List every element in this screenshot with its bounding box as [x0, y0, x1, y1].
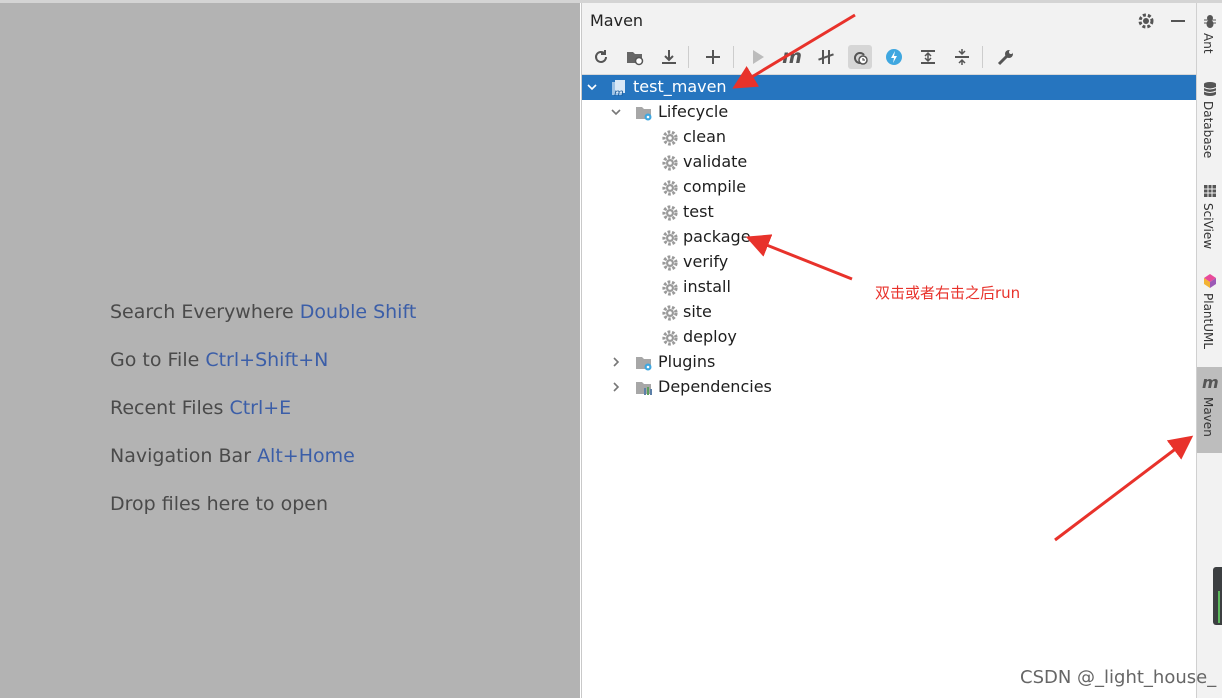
tree-item-lifecycle[interactable]: Lifecycle [582, 100, 1197, 125]
stripe-button-sciview[interactable]: SciView [1197, 179, 1222, 257]
goal-label: site [683, 302, 712, 321]
show-dependencies-icon[interactable] [882, 45, 906, 69]
annotation-note: 双击或者右击之后run [875, 284, 1021, 302]
chevron-right-icon[interactable] [608, 379, 624, 395]
toolbar-separator [688, 46, 689, 68]
hint-shortcut: Ctrl+E [229, 397, 292, 419]
minimize-icon[interactable] [1168, 11, 1188, 31]
folder-library-icon [635, 379, 653, 397]
watermark: CSDN @_light_house_ [1020, 667, 1217, 688]
stripe-button-maven[interactable]: m Maven [1197, 367, 1222, 453]
maven-toolbar: m [582, 38, 1197, 75]
hint-drop-files: Drop files here to open [110, 493, 328, 515]
right-tool-stripe: Ant Database SciView PlantUML m Maven [1196, 3, 1222, 698]
hint-label: Search Everywhere [110, 301, 294, 323]
gear-icon [661, 204, 679, 222]
folder-gear-icon [635, 104, 653, 122]
gear-icon [661, 229, 679, 247]
gear-icon[interactable] [1136, 11, 1156, 31]
toolbar-separator [982, 46, 983, 68]
goal-label: package [683, 227, 751, 246]
editor-empty-area: Search Everywhere Double Shift Go to Fil… [0, 3, 580, 698]
hint-shortcut: Alt+Home [257, 445, 355, 467]
table-grid-icon [1202, 183, 1218, 199]
stripe-button-database[interactable]: Database [1197, 77, 1222, 167]
gear-icon [661, 254, 679, 272]
stripe-button-plantuml[interactable]: PlantUML [1197, 269, 1222, 361]
stripe-label: SciView [1201, 203, 1215, 250]
goal-verify[interactable]: verify [582, 250, 1197, 275]
memory-indicator[interactable] [1213, 567, 1222, 625]
tree-item-label: Lifecycle [658, 102, 729, 121]
gear-icon [661, 304, 679, 322]
hint-recent-files: Recent Files Ctrl+E [110, 397, 291, 419]
gear-icon [661, 279, 679, 297]
tree-item-label: test_maven [633, 77, 727, 96]
maven-icon: m [1202, 373, 1219, 392]
tree-item-label: Plugins [658, 352, 716, 371]
folder-gear-icon [635, 354, 653, 372]
hint-shortcut: Ctrl+Shift+N [205, 349, 329, 371]
skip-tests-icon[interactable] [848, 45, 872, 69]
maven-tool-window: Maven m m test_maven Lifecycle clean val… [581, 3, 1197, 698]
run-icon[interactable] [746, 45, 770, 69]
gear-icon [661, 129, 679, 147]
goal-label: clean [683, 127, 727, 146]
tree-item-dependencies[interactable]: Dependencies [582, 375, 1197, 400]
expand-all-icon[interactable] [916, 45, 940, 69]
download-icon[interactable] [657, 45, 681, 69]
goal-test[interactable]: test [582, 200, 1197, 225]
stripe-label: Database [1201, 101, 1215, 159]
svg-text:m: m [614, 88, 624, 97]
hint-search-everywhere: Search Everywhere Double Shift [110, 301, 416, 323]
hint-label: Navigation Bar [110, 445, 252, 467]
plantuml-icon [1202, 273, 1218, 289]
tree-item-test-maven[interactable]: m test_maven [582, 75, 1197, 100]
hint-shortcut: Double Shift [299, 301, 417, 323]
goal-validate[interactable]: validate [582, 150, 1197, 175]
goal-site[interactable]: site [582, 300, 1197, 325]
generate-sources-icon[interactable] [623, 45, 647, 69]
hint-label: Drop files here to open [110, 493, 329, 515]
gear-icon [661, 154, 679, 172]
goal-label: validate [683, 152, 748, 171]
gear-icon [661, 179, 679, 197]
maven-module-icon: m [610, 79, 628, 99]
goal-label: verify [683, 252, 729, 271]
goal-label: test [683, 202, 714, 221]
goal-compile[interactable]: compile [582, 175, 1197, 200]
hint-go-to-file: Go to File Ctrl+Shift+N [110, 349, 328, 371]
ant-icon [1202, 13, 1218, 29]
tree-item-label: Dependencies [658, 377, 772, 396]
hint-label: Go to File [110, 349, 200, 371]
stripe-label: Maven [1201, 397, 1215, 437]
hint-navigation-bar: Navigation Bar Alt+Home [110, 445, 355, 467]
collapse-all-icon[interactable] [950, 45, 974, 69]
toggle-offline-icon[interactable] [814, 45, 838, 69]
reload-icon[interactable] [589, 45, 613, 69]
stripe-label: Ant [1201, 33, 1215, 54]
stripe-label: PlantUML [1201, 293, 1215, 350]
goal-package[interactable]: package [582, 225, 1197, 250]
maven-header: Maven [582, 3, 1197, 38]
maven-title: Maven [590, 11, 644, 30]
add-icon[interactable] [701, 45, 725, 69]
chevron-down-icon[interactable] [584, 79, 600, 95]
execute-goal-icon[interactable]: m [780, 45, 804, 69]
goal-deploy[interactable]: deploy [582, 325, 1197, 350]
wrench-icon[interactable] [994, 45, 1018, 69]
toolbar-separator [733, 46, 734, 68]
database-icon [1202, 81, 1218, 97]
chevron-down-icon[interactable] [608, 104, 624, 120]
stripe-button-ant[interactable]: Ant [1197, 9, 1222, 65]
goal-label: compile [683, 177, 747, 196]
gear-icon [661, 329, 679, 347]
chevron-right-icon[interactable] [608, 354, 624, 370]
goal-clean[interactable]: clean [582, 125, 1197, 150]
goal-label: deploy [683, 327, 737, 346]
tree-item-plugins[interactable]: Plugins [582, 350, 1197, 375]
goal-label: install [683, 277, 731, 296]
hint-label: Recent Files [110, 397, 224, 419]
